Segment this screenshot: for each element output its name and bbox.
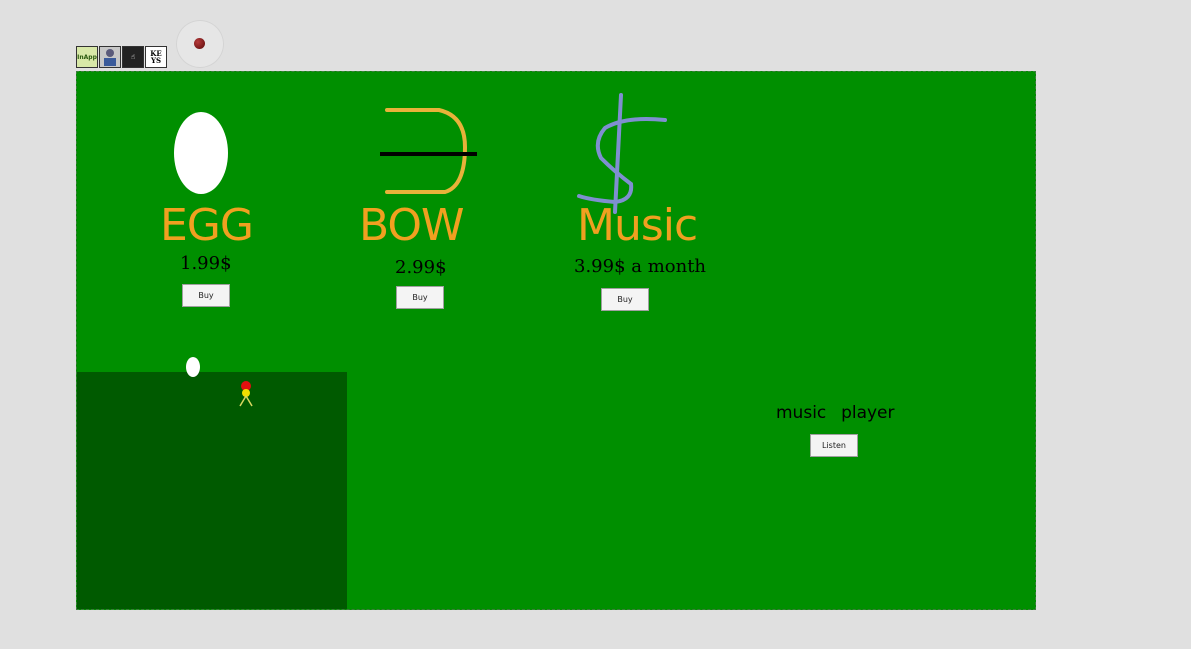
keys-icon[interactable]: KE YS [145,46,167,68]
bow-icon [380,108,477,194]
app-window: InApp ☝ KE YS EGG 1.99$ Buy BOW 2.99$ Bu… [0,0,1191,649]
toolbar: InApp ☝ KE YS [76,46,167,70]
record-icon [194,38,205,49]
bow-title: BOW [359,200,465,251]
egg-sprite-icon [186,357,200,377]
game-stage[interactable]: EGG 1.99$ Buy BOW 2.99$ Buy Music 3.99$ … [76,71,1036,610]
egg-price: 1.99$ [180,253,232,274]
egg-icon [174,112,228,194]
player-character-icon[interactable] [235,380,257,410]
buy-music-button[interactable]: Buy [601,288,649,311]
record-button[interactable] [176,20,224,68]
buy-bow-button[interactable]: Buy [396,286,444,309]
person-icon-graphic [104,49,116,66]
bow-price: 2.99$ [395,257,447,278]
hand-icon[interactable]: ☝ [122,46,144,68]
egg-title: EGG [160,200,254,251]
game-play-area[interactable] [77,372,347,609]
buy-egg-button[interactable]: Buy [182,284,230,307]
inapp-icon[interactable]: InApp [76,46,98,68]
listen-button[interactable]: Listen [810,434,858,457]
music-title: Music [577,200,698,251]
person-icon[interactable] [99,46,121,68]
music-player-label: music player [776,403,895,423]
music-price: 3.99$ a month [574,256,707,277]
